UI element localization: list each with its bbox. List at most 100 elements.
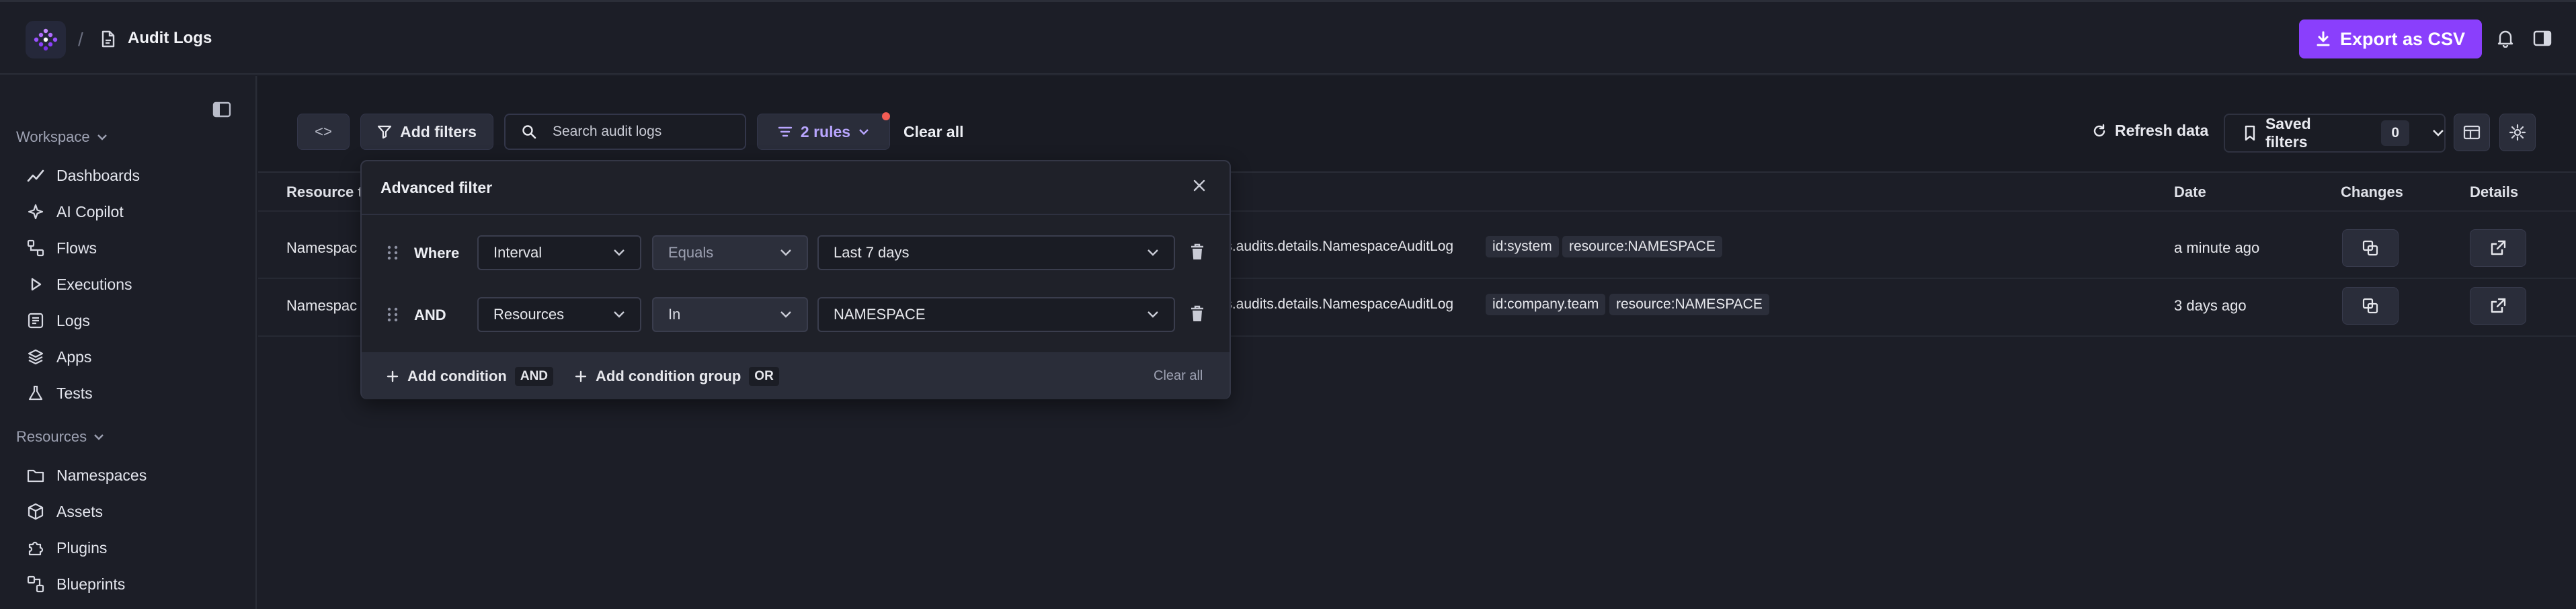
sidebar-item-executions[interactable]: Executions: [27, 272, 132, 296]
add-filters-button[interactable]: Add filters: [360, 114, 493, 150]
footer-clear-all-link[interactable]: Clear all: [1154, 368, 1203, 384]
cell-date: 3 days ago: [2174, 297, 2247, 314]
resources-section-toggle[interactable]: Resources: [16, 428, 104, 446]
rules-button[interactable]: 2 rules: [757, 114, 890, 150]
trash-icon[interactable]: [1190, 305, 1205, 326]
sidebar-item-apps[interactable]: Apps: [27, 345, 91, 369]
add-condition-group-button[interactable]: Add condition group OR: [574, 367, 779, 386]
app-logo[interactable]: [26, 21, 66, 58]
refresh-icon: [2093, 124, 2105, 136]
export-csv-button[interactable]: Export as CSV: [2299, 19, 2482, 58]
workspace-section-label: Workspace: [16, 128, 90, 145]
side-panel-icon[interactable]: [2533, 30, 2552, 50]
sidebar-item-label: Logs: [56, 311, 90, 329]
code-view-toggle[interactable]: <>: [297, 114, 350, 150]
logs-icon: [28, 313, 44, 329]
saved-filters-dropdown[interactable]: Saved filters 0: [2224, 114, 2446, 153]
chart-line-icon: [27, 169, 44, 182]
bookmark-icon: [2245, 125, 2255, 141]
value-select[interactable]: Last 7 days: [817, 235, 1175, 270]
operator-select[interactable]: Equals: [652, 235, 808, 270]
filter-toolbar: <> Add filters 2 rules Clear all Refresh…: [258, 76, 2576, 173]
column-header-resource-type[interactable]: Resource t: [286, 184, 363, 201]
workspace-section-toggle[interactable]: Workspace: [16, 128, 108, 146]
sidebar-item-dashboards[interactable]: Dashboards: [27, 163, 140, 188]
open-details-button[interactable]: [2470, 287, 2526, 325]
layers-icon: [28, 349, 44, 365]
sparkle-icon: [28, 204, 44, 220]
field-select-value: Interval: [493, 244, 542, 261]
collapse-sidebar-icon[interactable]: [212, 102, 231, 121]
sidebar-item-tests[interactable]: Tests: [27, 381, 93, 405]
condition-label: AND: [414, 307, 446, 323]
drag-handle-icon[interactable]: [386, 307, 399, 326]
saved-filters-label: Saved filters: [2265, 115, 2311, 151]
diff-icon: [2362, 240, 2378, 256]
refresh-label: Refresh data: [2115, 122, 2209, 139]
table-settings-button[interactable]: [2499, 114, 2536, 151]
sidebar-item-flows[interactable]: Flows: [27, 236, 97, 260]
add-condition-label: Add condition: [407, 368, 507, 384]
export-label: Export as CSV: [2339, 28, 2466, 49]
field-select-value: Resources: [493, 306, 565, 323]
logo-icon: [34, 28, 58, 51]
sidebar-item-ai-copilot[interactable]: AI Copilot: [27, 200, 124, 224]
diff-icon: [2362, 298, 2378, 314]
sidebar-item-assets[interactable]: Assets: [27, 499, 103, 524]
table-icon: [2463, 125, 2481, 140]
sidebar-item-label: Dashboards: [56, 166, 140, 184]
chevron-down-icon: [859, 129, 869, 135]
puzzle-icon: [28, 541, 44, 556]
field-select[interactable]: Resources: [477, 297, 641, 332]
operator-select[interactable]: In: [652, 297, 808, 332]
external-link-icon: [2491, 298, 2506, 313]
flask-icon: [28, 385, 43, 401]
view-changes-button[interactable]: [2342, 229, 2399, 267]
chevron-down-icon: [780, 249, 791, 256]
advanced-filter-popover: Advanced filter Where Interval Equals La…: [360, 160, 1231, 399]
advanced-filter-footer: Add condition AND Add condition group OR…: [362, 352, 1230, 399]
sidebar-item-namespaces[interactable]: Namespaces: [27, 463, 147, 487]
code-icon: <>: [315, 123, 332, 140]
plus-icon: [387, 370, 399, 382]
sidebar-item-label: Tests: [56, 384, 93, 402]
flow-icon: [27, 239, 44, 257]
bell-icon[interactable]: [2497, 29, 2514, 51]
cell-resource-type: Namespac: [286, 297, 358, 314]
sidebar-item-logs[interactable]: Logs: [27, 309, 90, 333]
tag-resource: resource:NAMESPACE: [1562, 236, 1722, 257]
sidebar-item-label: Apps: [56, 348, 92, 366]
column-header-date[interactable]: Date: [2174, 184, 2206, 201]
view-changes-button[interactable]: [2342, 287, 2399, 325]
value-select[interactable]: NAMESPACE: [817, 297, 1175, 332]
search-input[interactable]: [553, 124, 727, 140]
tag-resource: resource:NAMESPACE: [1609, 294, 1769, 315]
search-icon: [522, 125, 536, 139]
tag-id: id:system: [1486, 236, 1559, 257]
close-icon[interactable]: [1191, 177, 1207, 197]
search-box[interactable]: [504, 114, 746, 150]
rules-label: 2 rules: [800, 122, 851, 140]
chevron-down-icon: [1148, 249, 1158, 256]
sidebar-item-blueprints[interactable]: Blueprints: [27, 572, 125, 596]
document-icon: [101, 30, 116, 51]
filter-icon: [378, 125, 392, 139]
sidebar-item-plugins[interactable]: Plugins: [27, 536, 107, 560]
clear-all-link[interactable]: Clear all: [903, 123, 964, 141]
tag-detail-class: els.audits.details.NamespaceAuditLog: [1214, 296, 1454, 312]
chevron-down-icon: [2433, 130, 2444, 136]
chevron-down-icon: [1148, 311, 1158, 318]
trash-icon[interactable]: [1190, 243, 1205, 264]
field-select[interactable]: Interval: [477, 235, 641, 270]
chevron-down-icon: [614, 249, 625, 256]
refresh-data-button[interactable]: Refresh data: [2092, 122, 2208, 140]
add-condition-button[interactable]: Add condition AND: [386, 367, 554, 386]
drag-handle-icon[interactable]: [386, 245, 399, 264]
tag-detail-class: els.audits.details.NamespaceAuditLog: [1214, 239, 1454, 254]
column-header-changes: Changes: [2341, 184, 2403, 200]
open-details-button[interactable]: [2470, 229, 2526, 267]
column-layout-button[interactable]: [2454, 114, 2490, 151]
top-header: / Audit Logs Export as CSV: [0, 2, 2576, 75]
operator-select-value: Equals: [668, 244, 714, 261]
active-rules-dot: [882, 112, 890, 120]
